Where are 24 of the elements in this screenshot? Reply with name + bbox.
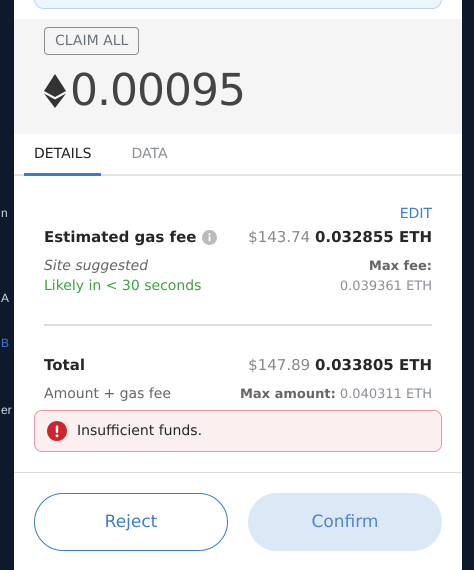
amount-value: 0.00095 [70, 65, 245, 116]
background-text: er [1, 403, 12, 417]
time-estimate: Likely in < 30 seconds [44, 278, 202, 294]
background-text: A [1, 291, 10, 305]
max-fee-value: 0.039361 ETH [340, 279, 432, 294]
background-text: B [1, 336, 10, 350]
tab[interactable]: DATA [121, 134, 178, 176]
ethereum-icon [44, 74, 66, 108]
claim-all-button[interactable]: CLAIM ALL [44, 27, 140, 55]
fee-source: Site suggested [44, 258, 148, 274]
gas-fee-amount: $143.74 0.032855 ETH [248, 228, 432, 246]
edit-link[interactable]: EDIT [400, 206, 432, 222]
error-icon [47, 421, 67, 441]
error-message: Insufficient funds. [77, 423, 202, 439]
action-button[interactable]: Reject [34, 493, 228, 551]
tab[interactable]: DETAILS [24, 134, 102, 176]
info-icon [202, 230, 218, 244]
gas-fee-label: Estimated gas fee [44, 228, 196, 246]
total-subtitle: Amount + gas fee [44, 386, 172, 402]
max-fee-label: Max fee: [368, 259, 432, 274]
max-amount: Max amount: 0.040311 ETH [240, 387, 432, 402]
background-text: n [1, 206, 8, 220]
total-label: Total [44, 356, 85, 374]
total-amount: $147.89 0.033805 ETH [248, 356, 432, 374]
